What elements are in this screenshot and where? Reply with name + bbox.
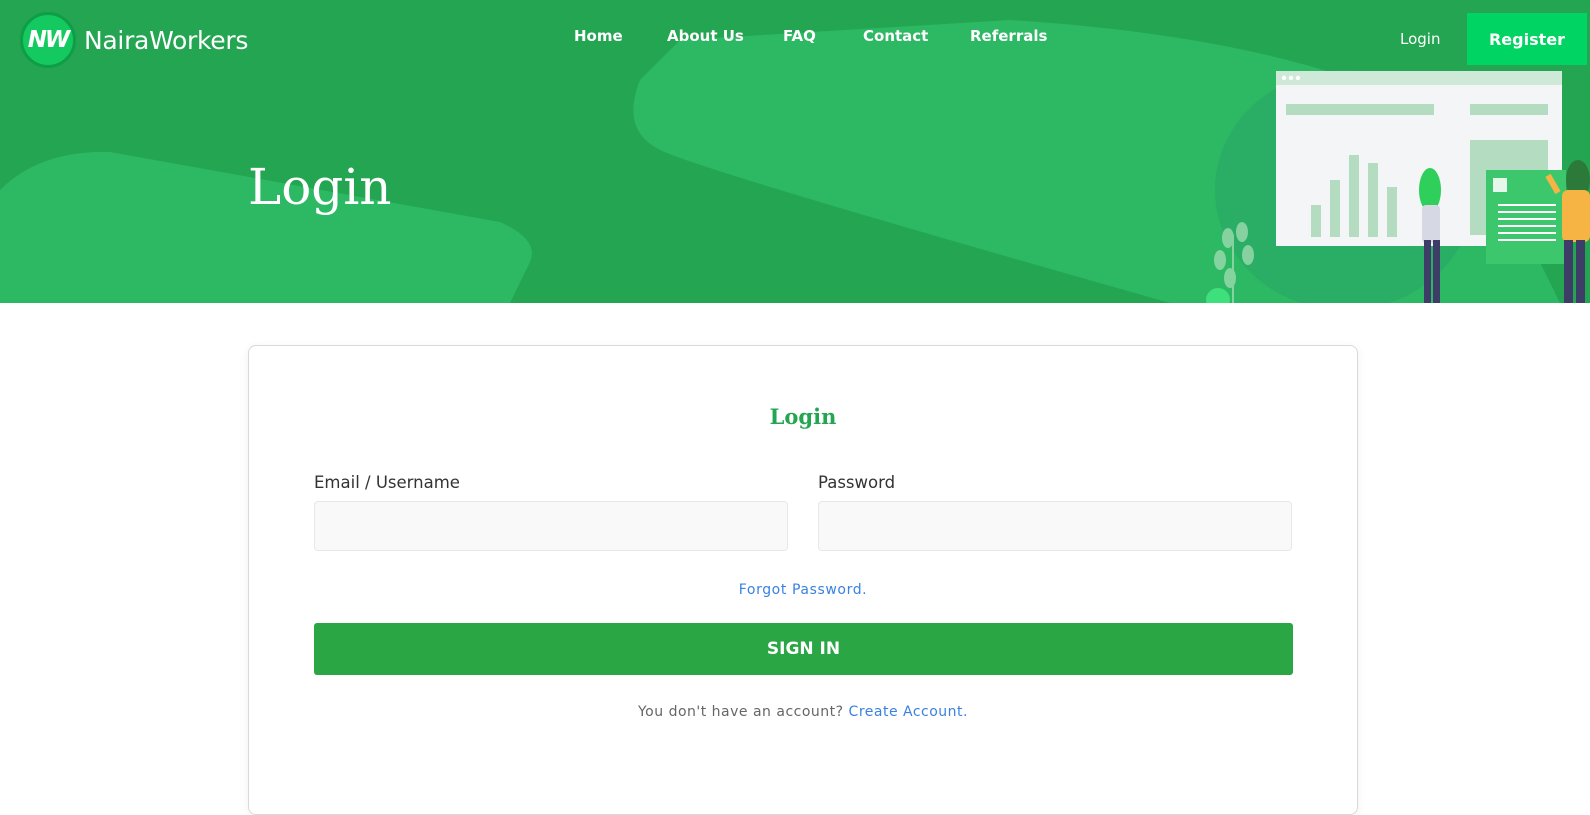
nav-referrals[interactable]: Referrals (970, 27, 1047, 45)
nav-about-us[interactable]: About Us (667, 27, 744, 45)
login-card: Login Email / Username Password Forgot P… (248, 345, 1358, 815)
dashboard-illustration (1206, 71, 1590, 303)
email-username-input[interactable] (314, 501, 788, 551)
login-form-title: Login (769, 404, 837, 429)
nav-login-link[interactable]: Login (1400, 30, 1440, 48)
hero-banner: NW NairaWorkers Home About Us FAQ Contac… (0, 0, 1590, 303)
create-account-suffix: . (963, 704, 968, 720)
forgot-password-link[interactable]: Forgot Password. (249, 582, 1357, 598)
nav-contact[interactable]: Contact (863, 27, 928, 45)
create-account-prompt: You don't have an account? Create Accoun… (249, 704, 1357, 720)
page-title: Login (248, 158, 392, 216)
sign-in-button[interactable]: SIGN IN (314, 623, 1293, 675)
nav-faq[interactable]: FAQ (783, 27, 816, 45)
main-nav: Home About Us FAQ Contact Referrals (0, 27, 1590, 51)
create-account-link[interactable]: Create Account (849, 704, 964, 720)
password-label: Password (818, 473, 896, 492)
nav-home[interactable]: Home (574, 27, 623, 45)
register-button[interactable]: Register (1467, 13, 1587, 65)
password-input[interactable] (818, 501, 1292, 551)
email-label: Email / Username (314, 473, 460, 492)
account-prompt-text: You don't have an account? (637, 704, 849, 720)
